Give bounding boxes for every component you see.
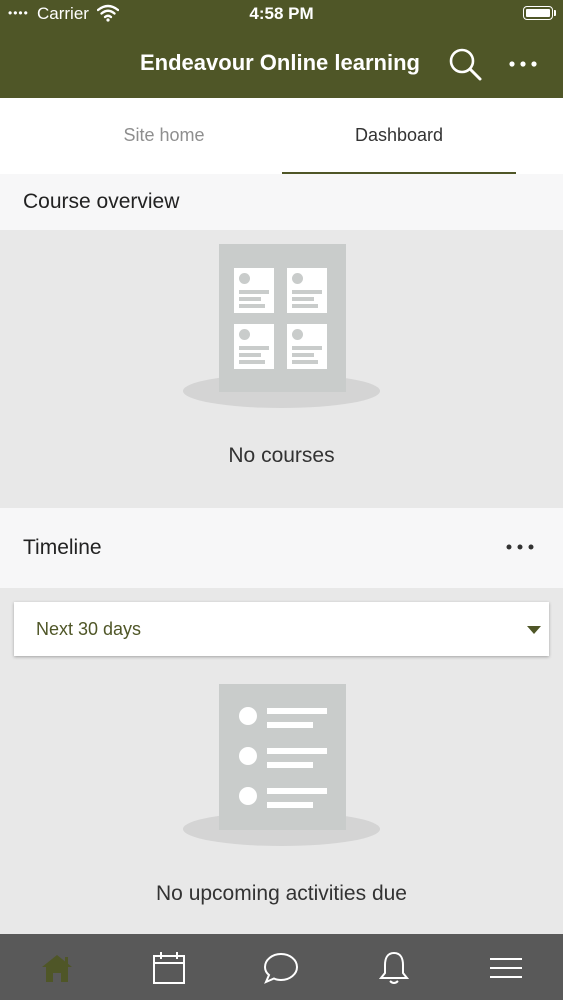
timeline-filter-select[interactable]: Next 30 days <box>14 602 549 656</box>
timeline-filter-value: Next 30 days <box>36 619 142 639</box>
activities-illustration-icon <box>219 684 346 830</box>
bottom-tab-bar <box>0 934 563 1000</box>
notifications-icon[interactable] <box>374 948 414 988</box>
status-time: 4:58 PM <box>249 4 314 23</box>
home-icon[interactable] <box>37 948 77 988</box>
chevron-down-icon <box>527 626 541 634</box>
status-bar: •••• Carrier 4:58 PM <box>0 0 563 28</box>
no-activities-text: No upcoming activities due <box>156 882 407 905</box>
course-card-placeholder <box>287 268 327 313</box>
battery-icon <box>523 6 553 20</box>
page-title: Endeavour Online learning <box>140 50 420 75</box>
nav-bar: Endeavour Online learning <box>0 28 563 98</box>
course-card-placeholder <box>234 268 274 313</box>
search-icon[interactable] <box>447 46 483 82</box>
tab-site-home[interactable]: Site home <box>47 98 281 174</box>
courses-illustration-icon <box>219 244 346 392</box>
calendar-icon[interactable] <box>149 948 189 988</box>
course-card-placeholder <box>234 324 274 369</box>
course-overview-empty-state: No courses <box>0 230 563 508</box>
more-options-icon[interactable] <box>506 50 540 78</box>
course-overview-header: Course overview <box>0 174 563 230</box>
timeline-more-icon[interactable] <box>505 534 535 560</box>
course-card-placeholder <box>287 324 327 369</box>
timeline-header: Timeline <box>0 508 563 588</box>
tab-dashboard[interactable]: Dashboard <box>282 98 516 174</box>
no-courses-text: No courses <box>228 444 335 467</box>
menu-icon[interactable] <box>486 948 526 988</box>
messages-icon[interactable] <box>261 948 301 988</box>
course-overview-title: Course overview <box>23 190 180 213</box>
battery-tip <box>554 10 556 16</box>
timeline-title: Timeline <box>23 536 102 559</box>
top-tabs: Site home Dashboard <box>0 98 563 174</box>
